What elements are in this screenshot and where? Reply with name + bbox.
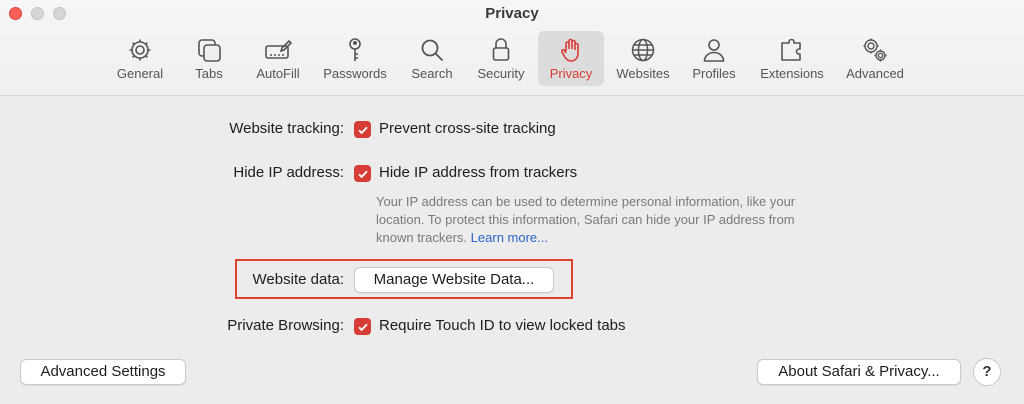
privacy-settings-window: Privacy General Tabs AutoFill Passwords … (0, 0, 1024, 404)
checkmark-icon (357, 170, 368, 178)
hide-ip-label: Hide IP address: (233, 164, 344, 181)
preferences-toolbar: General Tabs AutoFill Passwords Search S… (0, 31, 1024, 87)
tab-extensions[interactable]: Extensions (754, 31, 830, 86)
tab-label: Advanced (846, 66, 904, 81)
description-text: Your IP address can be used to determine… (376, 194, 796, 245)
touch-id-checkbox[interactable] (354, 318, 371, 335)
tab-websites[interactable]: Websites (610, 31, 676, 86)
advanced-settings-button[interactable]: Advanced Settings (20, 359, 186, 385)
tab-tabs[interactable]: Tabs (181, 31, 237, 86)
checkmark-icon (357, 323, 368, 331)
tab-passwords[interactable]: Passwords (317, 31, 393, 86)
privacy-pane: Website tracking: Prevent cross-site tra… (0, 97, 1024, 404)
tab-label: AutoFill (256, 66, 300, 81)
person-icon (700, 36, 728, 64)
window-title: Privacy (485, 5, 539, 22)
prevent-tracking-text[interactable]: Prevent cross-site tracking (379, 120, 556, 137)
key-icon (341, 36, 369, 64)
hand-icon (557, 36, 585, 64)
private-browsing-label: Private Browsing: (227, 317, 344, 334)
tab-profiles[interactable]: Profiles (686, 31, 742, 86)
tab-security[interactable]: Security (470, 31, 532, 86)
puzzle-icon (778, 36, 806, 64)
gear-icon (126, 36, 154, 64)
tab-label: Passwords (323, 66, 387, 81)
tab-label: Extensions (760, 66, 824, 81)
prevent-tracking-checkbox[interactable] (354, 121, 371, 138)
tab-search[interactable]: Search (404, 31, 460, 86)
about-safari-privacy-button[interactable]: About Safari & Privacy... (757, 359, 961, 385)
tab-label: Profiles (692, 66, 736, 81)
hide-ip-description: Your IP address can be used to determine… (376, 193, 816, 247)
autofill-icon (264, 36, 292, 64)
website-data-label: Website data: (252, 271, 344, 288)
globe-icon (629, 36, 657, 64)
website-tracking-label: Website tracking: (229, 120, 344, 137)
hide-ip-text[interactable]: Hide IP address from trackers (379, 164, 577, 181)
tab-autofill[interactable]: AutoFill (248, 31, 308, 86)
title-bar: Privacy General Tabs AutoFill Passwords … (0, 0, 1024, 96)
learn-more-link[interactable]: Learn more... (471, 230, 548, 245)
lock-icon (487, 36, 515, 64)
tab-privacy[interactable]: Privacy (538, 31, 604, 86)
tab-general[interactable]: General (112, 31, 168, 86)
manage-website-data-button[interactable]: Manage Website Data... (354, 267, 554, 293)
tab-label: Security (477, 66, 525, 81)
touch-id-text[interactable]: Require Touch ID to view locked tabs (379, 317, 626, 334)
tab-label: Search (411, 66, 453, 81)
help-button[interactable]: ? (973, 358, 1001, 386)
tab-label: General (116, 66, 164, 81)
checkmark-icon (357, 126, 368, 134)
tab-label: Tabs (195, 66, 223, 81)
tab-label: Websites (616, 66, 670, 81)
tab-label: Privacy (549, 66, 593, 81)
magnifier-icon (418, 36, 446, 64)
tabs-icon (195, 36, 223, 64)
tab-advanced[interactable]: Advanced (840, 31, 910, 86)
gears-icon (861, 36, 889, 64)
hide-ip-checkbox[interactable] (354, 165, 371, 182)
